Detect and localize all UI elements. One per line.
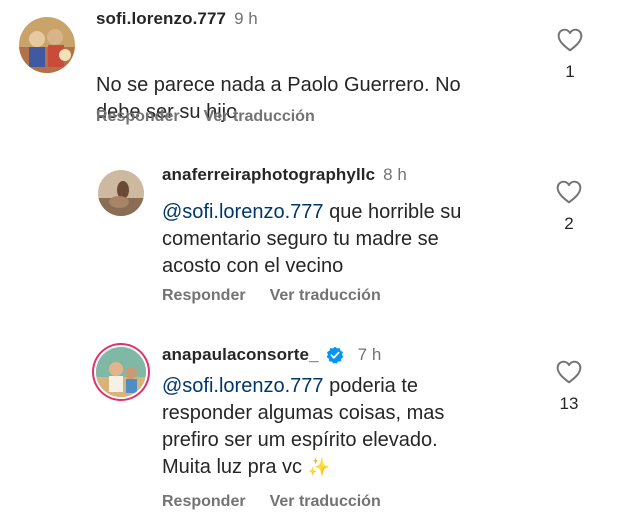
verified-badge-icon <box>326 346 344 364</box>
avatar-image <box>98 170 144 216</box>
reply-button[interactable]: Responder <box>96 108 180 125</box>
comment-text: @sofi.lorenzo.777 poderia te responder a… <box>162 373 542 481</box>
comment-3: anapaulaconsorte_ 7 h @sofi.lorenzo.777 … <box>0 330 620 530</box>
sparkles-emoji: ✨ <box>307 457 331 477</box>
username[interactable]: anapaulaconsorte_ <box>162 345 319 365</box>
heart-outline-icon[interactable] <box>556 180 582 204</box>
avatar-image <box>19 17 75 73</box>
timestamp: 9 h <box>234 9 258 28</box>
like-control: 2 <box>549 180 589 234</box>
comment-2: anaferreiraphotographyllc 8 h @sofi.lore… <box>0 150 620 315</box>
see-translation-button[interactable]: Ver traducción <box>270 287 381 304</box>
reply-button[interactable]: Responder <box>162 287 246 304</box>
see-translation-button[interactable]: Ver traducción <box>204 108 315 125</box>
comment-actions: Responder Ver traducción <box>162 287 381 305</box>
heart-outline-icon[interactable] <box>556 360 582 384</box>
username[interactable]: sofi.lorenzo.777 <box>96 9 226 29</box>
reply-button[interactable]: Responder <box>162 493 246 510</box>
mention-link[interactable]: @sofi.lorenzo.777 <box>162 375 324 397</box>
like-control: 1 <box>550 28 590 82</box>
heart-outline-icon[interactable] <box>557 28 583 52</box>
like-control: 13 <box>549 360 589 414</box>
avatar[interactable] <box>96 347 146 397</box>
like-count: 2 <box>564 214 574 233</box>
comment-header: anaferreiraphotographyllc 8 h <box>162 165 407 185</box>
avatar[interactable] <box>98 170 144 216</box>
comment-header: sofi.lorenzo.777 9 h <box>96 9 258 29</box>
avatar-image <box>96 347 146 397</box>
timestamp: 7 h <box>357 345 382 364</box>
comment-actions: Responder Ver traducción <box>96 108 315 126</box>
comment-header: anapaulaconsorte_ 7 h <box>162 345 381 365</box>
comment-actions: Responder Ver traducción <box>162 493 381 511</box>
comment-text: @sofi.lorenzo.777 que horrible su coment… <box>162 199 542 280</box>
timestamp: 8 h <box>383 165 407 184</box>
username[interactable]: anaferreiraphotographyllc <box>162 165 375 185</box>
avatar[interactable] <box>19 17 75 73</box>
mention-link[interactable]: @sofi.lorenzo.777 <box>162 201 324 223</box>
comment-1: sofi.lorenzo.777 9 h No se parece nada a… <box>0 0 620 140</box>
like-count: 13 <box>559 394 579 413</box>
see-translation-button[interactable]: Ver traducción <box>270 493 381 510</box>
like-count: 1 <box>565 62 575 81</box>
